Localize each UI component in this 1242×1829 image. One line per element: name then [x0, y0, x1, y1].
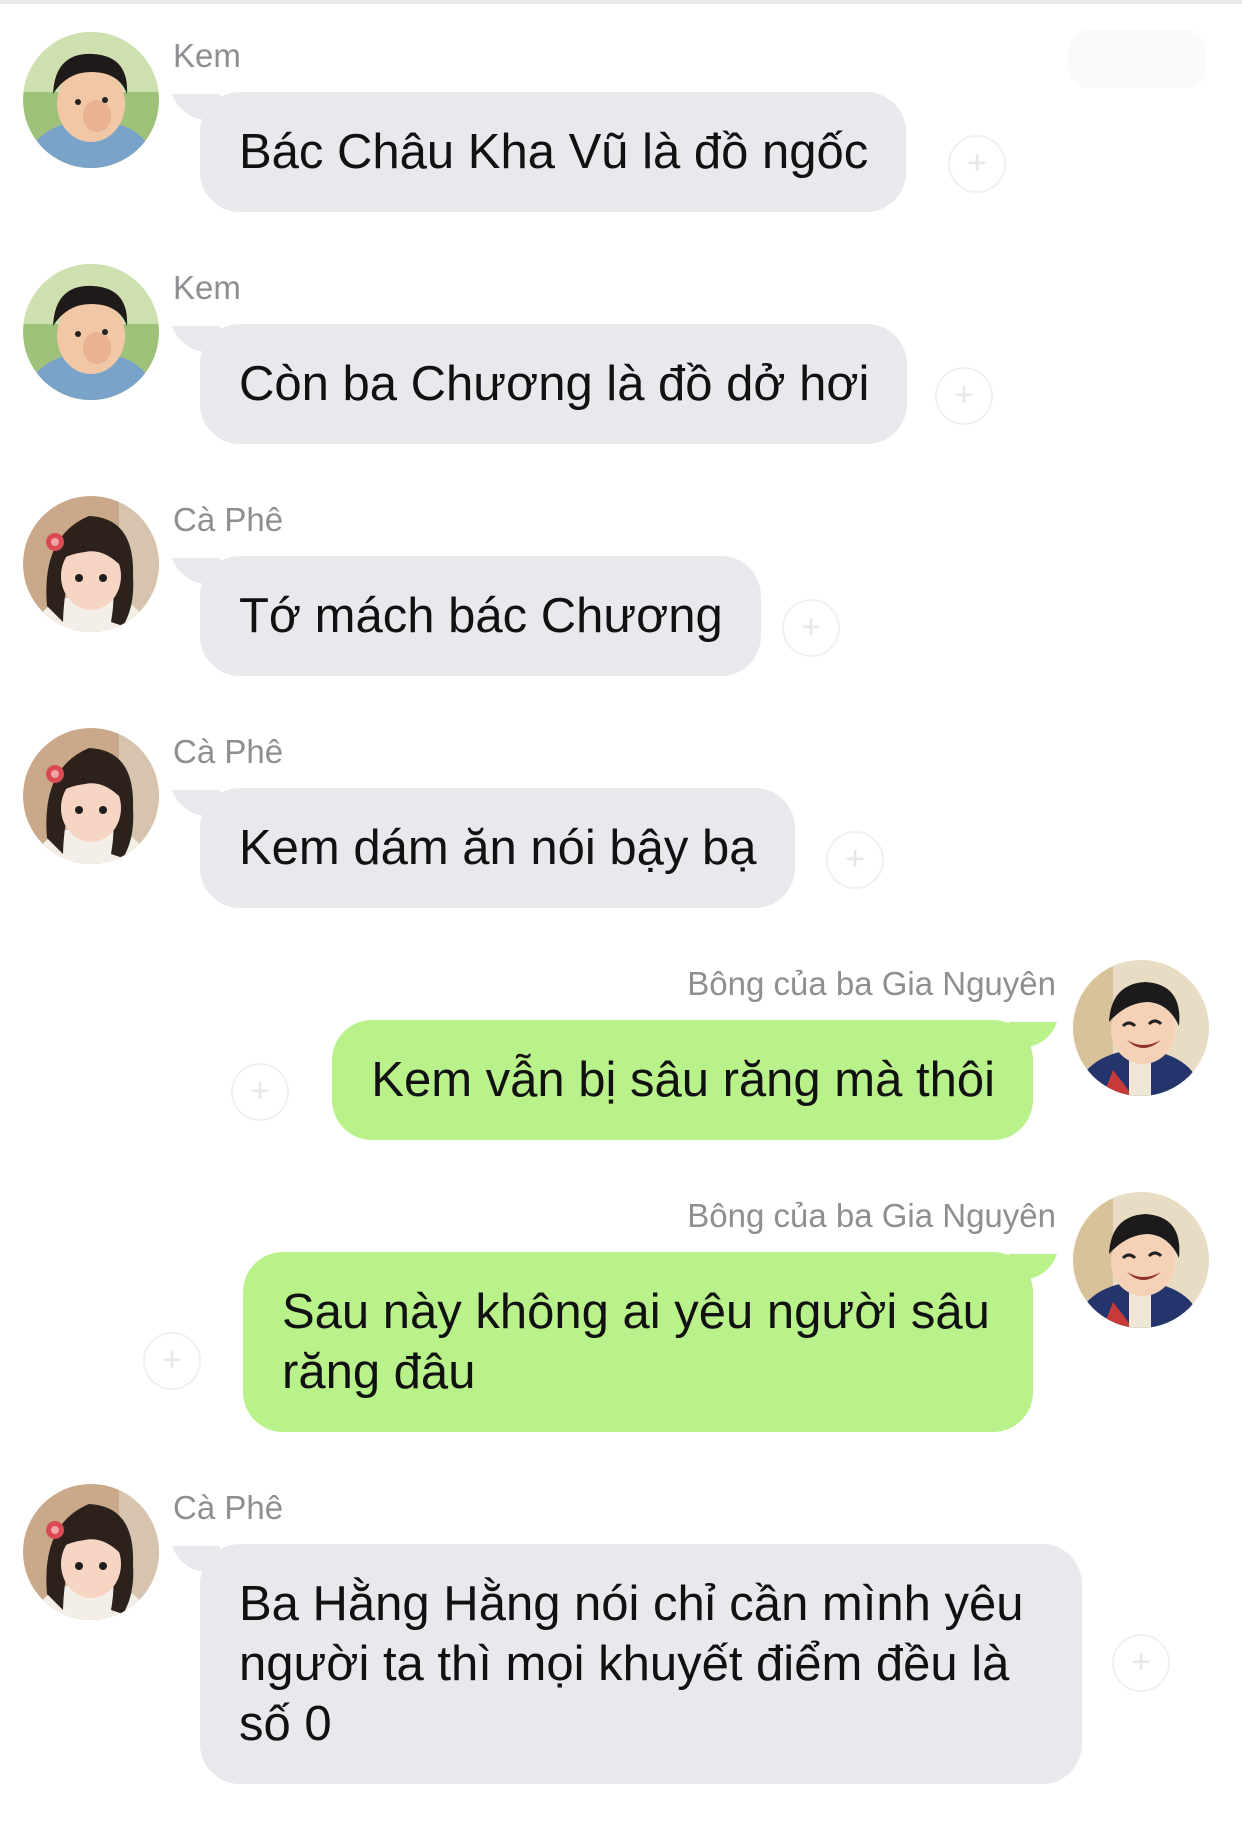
smiling-boy-avatar[interactable] [1073, 1192, 1209, 1328]
add-reaction-icon[interactable]: + [143, 1332, 201, 1390]
add-reaction-icon[interactable]: + [826, 831, 884, 889]
boy-covering-face-avatar[interactable] [23, 32, 159, 168]
add-reaction-icon[interactable]: + [782, 599, 840, 657]
message-bubble[interactable]: Sau này không ai yêu người sâu răng đâu [243, 1252, 1033, 1432]
top-divider [0, 0, 1242, 4]
sender-name: Kem [173, 269, 241, 306]
add-reaction-icon[interactable]: + [935, 367, 993, 425]
sender-name: Cà Phê [173, 1489, 284, 1526]
faded-header-pill [1068, 30, 1206, 88]
add-reaction-icon[interactable]: + [231, 1063, 289, 1121]
smiling-boy-avatar[interactable] [1073, 960, 1209, 1096]
girl-with-hairclip-avatar[interactable] [23, 728, 159, 864]
message-bubble[interactable]: Tớ mách bác Chương [200, 556, 761, 676]
message-bubble[interactable]: Còn ba Chương là đồ dở hơi [200, 324, 908, 444]
message-bubble[interactable]: Kem dám ăn nói bậy bạ [200, 788, 795, 908]
sender-name: Kem [173, 37, 241, 74]
sender-name: Bông của ba Gia Nguyên [687, 1197, 1056, 1234]
girl-with-hairclip-avatar[interactable] [23, 1484, 159, 1620]
message-bubble[interactable]: Ba Hằng Hằng nói chỉ cần mình yêu người … [200, 1544, 1082, 1784]
sender-name: Cà Phê [173, 501, 284, 538]
boy-covering-face-avatar[interactable] [23, 264, 159, 400]
sender-name: Bông của ba Gia Nguyên [687, 965, 1056, 1002]
message-bubble[interactable]: Kem vẫn bị sâu răng mà thôi [332, 1020, 1033, 1140]
add-reaction-icon[interactable]: + [948, 135, 1006, 193]
girl-with-hairclip-avatar[interactable] [23, 496, 159, 632]
message-bubble[interactable]: Bác Châu Kha Vũ là đồ ngốc [200, 92, 907, 212]
add-reaction-icon[interactable]: + [1112, 1634, 1170, 1692]
sender-name: Cà Phê [173, 733, 284, 770]
